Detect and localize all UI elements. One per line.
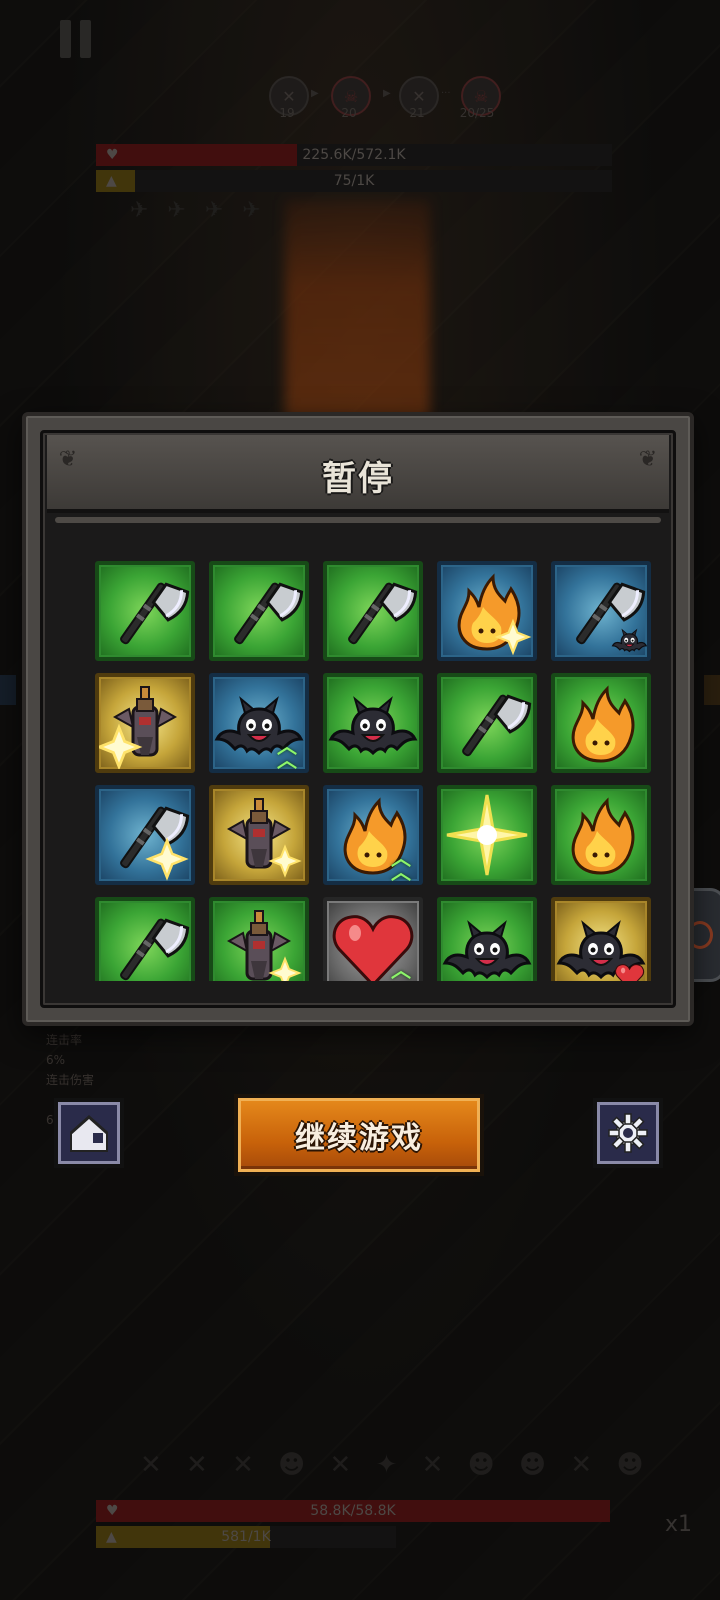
- settings-button[interactable]: [593, 1098, 663, 1168]
- home-icon: [70, 1114, 108, 1152]
- pause-panel: ❦ ❦ 暂停 ︿︿ ︿︿ ︿︿: [22, 412, 694, 1026]
- skill-slot[interactable]: [437, 673, 537, 773]
- skill-slot[interactable]: [323, 673, 423, 773]
- panel-title: 暂停: [322, 459, 394, 499]
- skill-slot[interactable]: [323, 561, 423, 661]
- upgrade-arrow-icon: ︿︿: [391, 958, 411, 981]
- skill-slot[interactable]: [437, 561, 537, 661]
- skill-slot[interactable]: ︿︿: [323, 785, 423, 885]
- skill-slot[interactable]: [95, 673, 195, 773]
- skill-slot[interactable]: [95, 897, 195, 981]
- gear-icon: [608, 1113, 648, 1153]
- continue-label: 继续游戏: [295, 1121, 423, 1156]
- skill-slot[interactable]: ︿︿: [323, 897, 423, 981]
- panel-inner: ❦ ❦ 暂停 ︿︿ ︿︿ ︿︿: [40, 430, 676, 1008]
- skill-slot[interactable]: [437, 785, 537, 885]
- home-button[interactable]: [54, 1098, 124, 1168]
- skill-slot[interactable]: [209, 785, 309, 885]
- skill-slot[interactable]: [95, 561, 195, 661]
- skill-slot[interactable]: [551, 785, 651, 885]
- skill-slot[interactable]: ︿︿: [209, 673, 309, 773]
- skill-slot[interactable]: [209, 561, 309, 661]
- continue-button[interactable]: 继续游戏: [234, 1094, 484, 1176]
- skill-slot[interactable]: [551, 897, 651, 981]
- upgrade-arrow-icon: ︿︿: [277, 734, 297, 772]
- skill-slot[interactable]: [551, 561, 651, 661]
- skill-slot[interactable]: [551, 673, 651, 773]
- skill-slot[interactable]: [437, 897, 537, 981]
- skill-grid: ︿︿ ︿︿ ︿︿: [95, 561, 655, 981]
- skill-slot[interactable]: [209, 897, 309, 981]
- skill-slot[interactable]: [95, 785, 195, 885]
- title-bar: ❦ ❦ 暂停: [47, 435, 669, 523]
- upgrade-arrow-icon: ︿︿: [391, 846, 411, 884]
